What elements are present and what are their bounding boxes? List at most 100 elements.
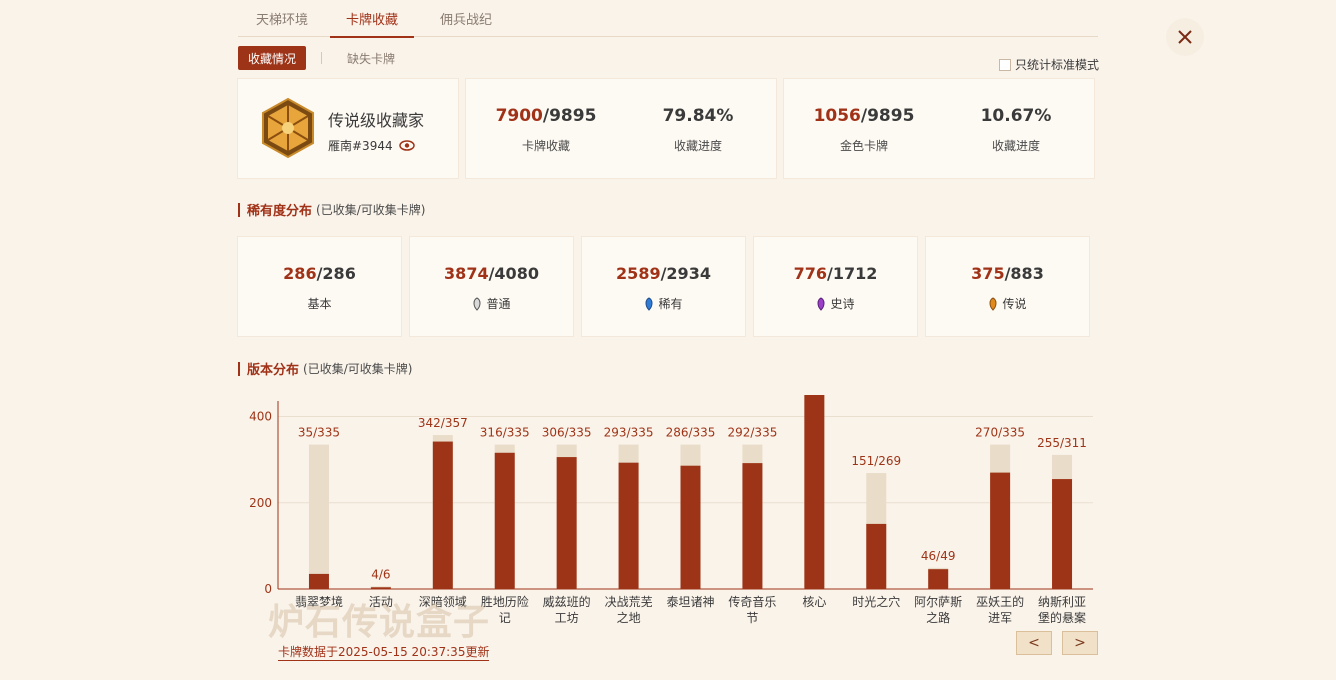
rarity-label: 稀有 xyxy=(582,295,745,312)
x-tick-label: 阿尔萨斯 xyxy=(914,594,962,609)
bar-data-label: 35/335 xyxy=(298,426,340,440)
set-title: 版本分布 xyxy=(247,363,300,378)
common-gem-icon xyxy=(473,296,481,311)
x-tick-label: 记 xyxy=(499,611,511,625)
x-tick-label: 传奇音乐 xyxy=(728,594,776,609)
tab-ladder[interactable]: 天梯环境 xyxy=(256,9,308,38)
rare-gem-icon xyxy=(645,296,653,311)
rarity-count: 2589/2934 xyxy=(616,264,711,283)
bar-collected xyxy=(370,587,391,589)
subtab-collection-status[interactable]: 收藏情况 xyxy=(238,46,306,70)
rarity-count: 375/883 xyxy=(971,264,1044,283)
bar-collected xyxy=(804,358,825,589)
bar-collected xyxy=(680,465,701,589)
bar-collected xyxy=(928,569,949,589)
rarity-count: 286/286 xyxy=(283,264,356,283)
x-tick-label: 堡的悬案 xyxy=(1038,610,1086,625)
bar-collected xyxy=(494,452,515,589)
x-tick-label: 泰坦诸神 xyxy=(666,595,714,609)
rarity-count: 3874/4080 xyxy=(444,264,539,283)
bar-collected xyxy=(556,457,577,589)
bar-data-label: 306/335 xyxy=(542,426,592,440)
update-timestamp: 卡牌数据于2025-05-15 20:37:35更新 xyxy=(278,645,490,661)
close-button[interactable] xyxy=(1166,18,1204,56)
subtab-divider xyxy=(321,52,322,64)
x-tick-label: 时光之穴 xyxy=(852,594,900,609)
rarity-card-rare: 2589/2934 稀有 xyxy=(582,237,745,336)
x-tick-label: 核心 xyxy=(802,595,826,609)
bar-collected xyxy=(866,523,887,589)
bar-data-label: 270/335 xyxy=(975,426,1025,440)
tab-card-collection[interactable]: 卡牌收藏 xyxy=(330,9,414,38)
bar-collected xyxy=(742,463,763,589)
rarity-label: 传说 xyxy=(926,295,1089,312)
bar-collected xyxy=(618,462,639,589)
watermark-logo: 炉石传说盒子 xyxy=(268,601,491,643)
bar-collected xyxy=(308,573,329,589)
cards-progress-label: 收藏进度 xyxy=(673,139,722,153)
profile-card: 传说级收藏家 雁南#3944 xyxy=(238,79,458,178)
legendary-collector-badge-icon xyxy=(262,97,314,159)
bar-collected xyxy=(990,472,1011,589)
rarity-label: 普通 xyxy=(410,295,573,312)
set-subtitle: (已收集/可收集卡牌) xyxy=(303,362,413,376)
x-tick-label: 巫妖王的 xyxy=(976,594,1024,609)
prev-page-button[interactable]: < xyxy=(1016,631,1052,655)
close-icon xyxy=(1178,30,1192,44)
legendary-gem-icon xyxy=(989,296,997,311)
bar-data-label: 342/357 xyxy=(418,416,468,430)
bar-data-label: 4/6 xyxy=(371,567,390,581)
bar-total xyxy=(308,444,329,589)
standard-mode-label: 只统计标准模式 xyxy=(1015,58,1100,72)
golden-progress-label: 收藏进度 xyxy=(991,139,1040,153)
cards-progress-value: 79.84% xyxy=(662,106,734,126)
x-tick-label: 纳斯利亚 xyxy=(1038,595,1086,609)
x-tick-label: 之路 xyxy=(926,610,950,625)
player-name: 雁南#3944 xyxy=(328,139,393,153)
bar-collected xyxy=(1052,479,1073,589)
rarity-card-epic: 776/1712 史诗 xyxy=(754,237,917,336)
x-tick-label: 决战荒芜 xyxy=(605,595,653,609)
checkbox-box[interactable] xyxy=(999,58,1011,71)
bar-data-label: 46/49 xyxy=(921,549,956,563)
section-marker xyxy=(238,361,240,376)
x-tick-label: 进军 xyxy=(988,611,1012,625)
bar-data-label: 286/335 xyxy=(666,426,716,440)
next-page-button[interactable]: > xyxy=(1062,631,1098,655)
subtab-missing-cards[interactable]: 缺失卡牌 xyxy=(347,50,395,67)
section-marker xyxy=(238,202,240,217)
card-collection-panel: 7900/9895 卡牌收藏 79.84% 收藏进度 xyxy=(466,79,776,178)
top-tab-bar: 天梯环境 卡牌收藏 佣兵战纪 xyxy=(238,0,1098,38)
x-tick-label: 工坊 xyxy=(555,610,579,625)
rarity-card-basic: 286/286 基本 xyxy=(238,237,401,336)
golden-collected-count: 1056/9895 xyxy=(813,106,915,126)
collector-title: 传说级收藏家 xyxy=(328,111,425,130)
x-tick-label: 之地 xyxy=(617,611,641,625)
x-tick-label: 节 xyxy=(746,611,758,625)
bar-data-label: 316/335 xyxy=(480,426,530,440)
golden-collected-label: 金色卡牌 xyxy=(839,139,888,153)
x-tick-label: 威兹班的 xyxy=(543,594,591,609)
epic-gem-icon xyxy=(817,296,825,311)
rarity-section-title: 稀有度分布 (已收集/可收集卡牌) xyxy=(238,200,425,219)
cards-collected-label: 卡牌收藏 xyxy=(521,139,570,153)
y-tick-label: 200 xyxy=(249,496,272,510)
bar-data-label: 293/335 xyxy=(604,426,654,440)
rarity-subtitle: (已收集/可收集卡牌) xyxy=(316,203,426,217)
bar-data-label: 151/269 xyxy=(851,454,901,468)
bar-data-label: 292/335 xyxy=(727,426,777,440)
rarity-label: 史诗 xyxy=(754,295,917,312)
golden-progress-value: 10.67% xyxy=(980,106,1052,126)
eye-icon[interactable] xyxy=(398,140,415,151)
y-tick-label: 400 xyxy=(249,410,272,424)
rarity-card-legendary: 375/883 传说 xyxy=(926,237,1089,336)
cards-collected-count: 7900/9895 xyxy=(495,106,597,126)
set-section-title: 版本分布 (已收集/可收集卡牌) xyxy=(238,359,412,378)
tab-mercenaries[interactable]: 佣兵战纪 xyxy=(440,9,492,38)
golden-collection-panel: 1056/9895 金色卡牌 10.67% 收藏进度 xyxy=(784,79,1094,178)
bar-data-label: 255/311 xyxy=(1037,436,1087,450)
standard-mode-checkbox[interactable]: 只统计标准模式 xyxy=(999,56,1099,73)
rarity-title: 稀有度分布 xyxy=(247,204,313,219)
player-tag: 雁南#3944 xyxy=(328,137,415,154)
rarity-card-common: 3874/4080 普通 xyxy=(410,237,573,336)
